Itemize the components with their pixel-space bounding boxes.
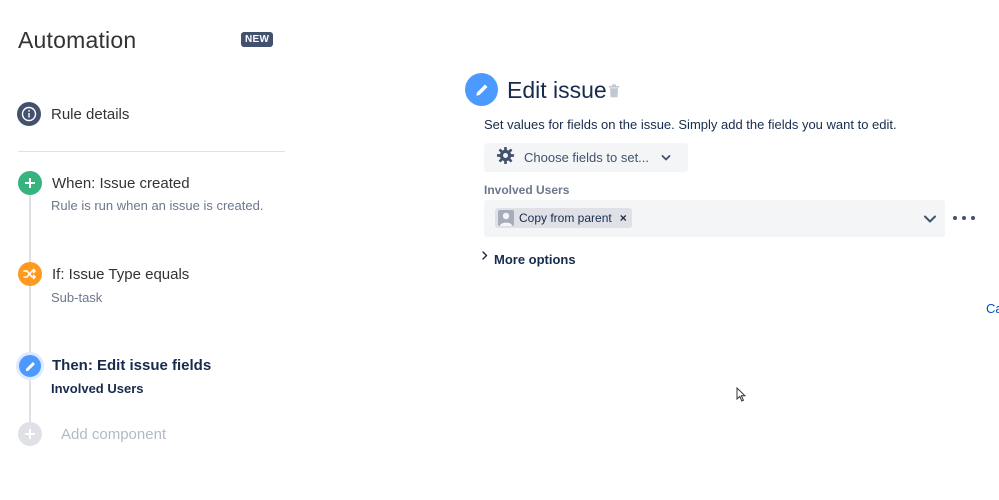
selected-value-tag: Copy from parent × (495, 208, 632, 228)
more-dot (953, 216, 957, 220)
new-badge: NEW (241, 32, 274, 47)
add-component-button[interactable]: Add component (61, 426, 166, 443)
trigger-step-title[interactable]: When: Issue created (52, 175, 190, 192)
info-icon[interactable] (17, 102, 41, 126)
more-options-toggle[interactable]: More options (482, 250, 576, 267)
action-step-description: Involved Users (51, 381, 144, 396)
pencil-icon[interactable] (16, 352, 44, 380)
rule-details-link[interactable]: Rule details (51, 106, 129, 123)
editor-title: Edit issue (507, 77, 607, 103)
remove-tag-button[interactable]: × (620, 212, 627, 224)
trash-icon[interactable] (608, 84, 620, 103)
chevron-right-icon (482, 250, 488, 263)
pencil-icon (465, 73, 498, 106)
editor-description: Set values for fields on the issue. Simp… (484, 117, 897, 132)
action-step-title[interactable]: Then: Edit issue fields (52, 357, 211, 374)
trigger-step-description: Rule is run when an issue is created. (51, 198, 264, 213)
condition-step-description: Sub-task (51, 290, 103, 305)
app-title: Automation (18, 27, 137, 53)
involved-users-label: Involved Users (484, 183, 570, 197)
condition-step-title[interactable]: If: Issue Type equals (52, 266, 189, 283)
gear-icon (496, 146, 515, 170)
more-icon[interactable] (953, 210, 975, 226)
choose-fields-label: Choose fields to set... (524, 150, 650, 165)
avatar-icon (498, 210, 514, 226)
divider (18, 151, 285, 152)
mouse-pointer-icon (736, 386, 747, 407)
shuffle-icon[interactable] (18, 262, 42, 286)
selected-value-label: Copy from parent (519, 211, 612, 225)
plus-icon[interactable] (18, 171, 42, 195)
cancel-link[interactable]: Ca (986, 301, 999, 316)
more-options-label: More options (494, 252, 576, 267)
plus-icon[interactable] (18, 422, 42, 446)
more-dot (971, 216, 975, 220)
more-dot (962, 216, 966, 220)
chevron-down-icon[interactable] (923, 211, 937, 229)
choose-fields-button[interactable]: Choose fields to set... (484, 143, 688, 172)
chevron-down-icon (661, 149, 671, 167)
timeline-connector (29, 194, 31, 426)
involved-users-select[interactable]: Copy from parent × (484, 200, 945, 237)
